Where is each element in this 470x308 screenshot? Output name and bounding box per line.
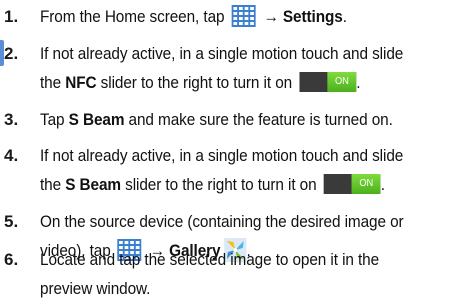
step-text-line: On the source device (containing the des… [40,213,404,231]
step-text-part: Tap [40,111,65,129]
step-text: If not already active, in a single motio… [40,40,438,68]
settings-label: Settings [282,8,343,26]
step-text-part: the [40,74,62,92]
step-text-line: preview window. [40,280,151,298]
step-number: 6. [4,250,19,269]
step-text: On the source device (containing the des… [40,208,438,236]
step-text-part: slider to the right to turn it on [100,74,293,92]
step-text: Tap S Beam and make sure the feature is … [40,106,438,134]
step-text: preview window. [40,275,438,303]
s-beam-label: S Beam [65,176,121,194]
step-text: If not already active, in a single motio… [40,142,438,170]
step-text-part: . [380,176,385,194]
step-text: the S Beam slider to the right to turn i… [40,171,438,199]
step-number: 1. [4,7,19,26]
step-number: 2. [4,44,19,63]
step-text: the NFC slider to the right to turn it o… [40,69,438,97]
s-beam-label: S Beam [68,111,125,129]
instruction-page: 1. From the Home screen, tap → Settings. [0,0,470,308]
step-text-part: slider to the right to turn it on [125,176,317,194]
step-text: From the Home screen, tap → Settings. [40,3,438,31]
toggle-on-label: ON [351,174,381,194]
step-number: 4. [4,146,19,165]
nfc-label: NFC [65,74,97,92]
arrow-symbol: → [263,8,279,26]
step-text-line: If not already active, in a single motio… [40,45,404,63]
step-number: 5. [4,212,19,231]
step-number: 3. [4,110,19,129]
toggle-on-label: ON [327,72,357,92]
step-text-part: and make sure the feature is turned on. [128,111,393,129]
step-text-part: From the Home screen, tap [40,8,225,26]
step-text-line: If not already active, in a single motio… [40,147,404,165]
apps-grid-icon [231,5,256,27]
step-text-line: Locate and tap the selected image to ope… [40,251,380,269]
step-text-part: the [40,176,62,194]
s-beam-toggle-icon: ON [323,174,381,194]
step-text-part: . [342,8,347,26]
step-text-part: . [356,74,361,92]
nfc-toggle-icon: ON [299,72,357,92]
step-text: Locate and tap the selected image to ope… [40,246,438,274]
